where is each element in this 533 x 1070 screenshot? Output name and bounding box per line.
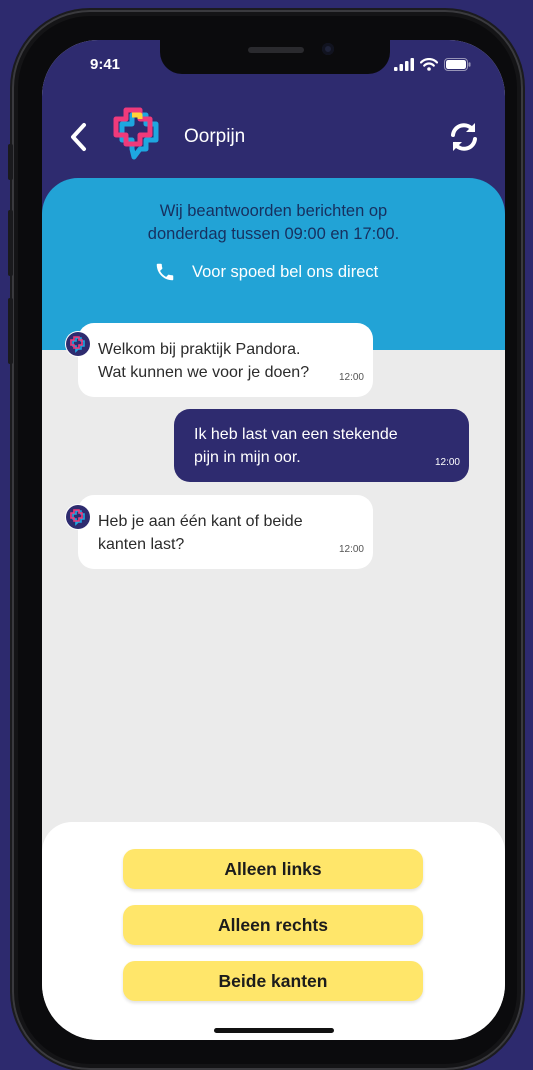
reply-option-both-sides-button[interactable]: Beide kanten xyxy=(123,961,423,1001)
urgent-call-link[interactable]: Voor spoed bel ons direct xyxy=(154,260,378,284)
message-timestamp: 12:00 xyxy=(338,372,364,383)
pandora-logo-small xyxy=(70,509,85,526)
reply-option-only-right-button[interactable]: Alleen rechts xyxy=(123,905,423,945)
chevron-left-icon[interactable] xyxy=(66,120,92,154)
bot-avatar xyxy=(66,332,90,356)
phone-icon xyxy=(156,263,174,281)
message-text-line: Wat kunnen we voor je doen? xyxy=(98,364,310,381)
bot-avatar xyxy=(66,505,90,529)
front-camera xyxy=(322,43,334,55)
message-text-line: kanten last? xyxy=(98,536,185,553)
quick-reply-panel: Alleen links Alleen rechts Beide kanten xyxy=(42,822,505,1040)
mute-switch xyxy=(8,144,13,180)
message-bubble-incoming: Welkom bij praktijk Pandora. Wat kunnen … xyxy=(78,323,373,397)
message-text-line: pijn in mijn oor. xyxy=(194,449,301,466)
wifi-icon xyxy=(420,58,438,71)
message-text-line: Ik heb last van een stekende xyxy=(194,426,398,443)
volume-down-button xyxy=(8,298,13,364)
message-text-line: Heb je aan één kant of beide xyxy=(98,513,303,530)
pandora-logo xyxy=(113,107,159,160)
app-header: 9:41 Oorpijn Wij beantwoorden berichten … xyxy=(42,40,505,350)
reply-option-only-left-button[interactable]: Alleen links xyxy=(123,849,423,889)
status-time: 9:41 xyxy=(90,56,121,73)
message-timestamp: 12:00 xyxy=(338,544,364,555)
message-bubble-incoming: Heb je aan één kant of beide kanten last… xyxy=(78,495,373,569)
app-screen: 9:41 Oorpijn Wij beantwoorden berichten … xyxy=(42,40,505,1040)
refresh-icon[interactable] xyxy=(447,120,481,154)
pandora-logo-small xyxy=(70,336,85,353)
office-hours-line-2: donderdag tussen 09:00 en 17:00. xyxy=(147,225,400,243)
message-bubble-outgoing: Ik heb last van een stekende pijn in mij… xyxy=(174,409,469,482)
message-text-line: Welkom bij praktijk Pandora. xyxy=(98,341,301,358)
message-timestamp: 12:00 xyxy=(434,457,460,468)
volume-up-button xyxy=(8,210,13,276)
conversation-title: Oorpijn xyxy=(184,126,246,147)
cellular-signal-icon xyxy=(394,58,414,71)
battery-icon xyxy=(444,58,471,71)
device-notch xyxy=(160,40,390,74)
office-hours-line-1: Wij beantwoorden berichten op xyxy=(159,202,388,220)
urgent-call-text: Voor spoed bel ons direct xyxy=(192,262,379,281)
status-icons xyxy=(394,58,471,71)
speaker-grille xyxy=(248,47,304,53)
home-indicator[interactable] xyxy=(214,1028,334,1033)
